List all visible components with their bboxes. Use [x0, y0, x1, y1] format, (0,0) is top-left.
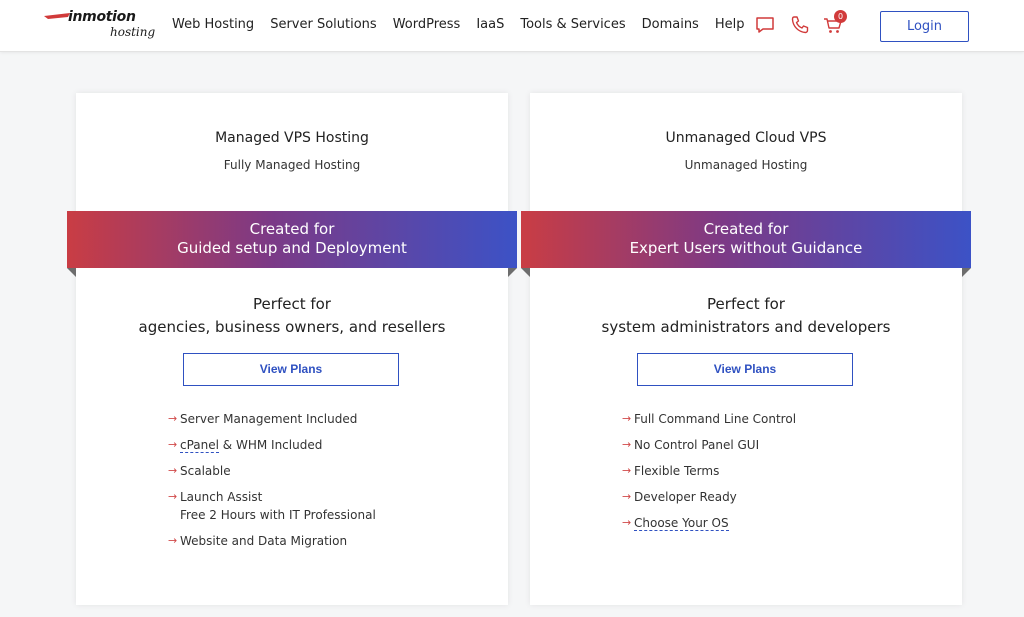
ribbon-fold-right [508, 268, 517, 277]
feature-text-secondary: Free 2 Hours with IT Professional [180, 508, 376, 522]
main-nav: Web Hosting Server Solutions WordPress I… [172, 17, 744, 32]
feature-text: Scalable [180, 464, 231, 478]
nav-wordpress[interactable]: WordPress [393, 17, 461, 32]
card-title: Managed VPS Hosting [215, 130, 369, 146]
ribbon-fold-left [67, 268, 76, 277]
cpanel-tooltip-link[interactable]: cPanel [180, 438, 219, 453]
cart-count-badge: 0 [834, 10, 847, 23]
nav-iaas[interactable]: IaaS [476, 17, 504, 32]
login-button[interactable]: Login [880, 11, 969, 42]
logo-subtitle: hosting [110, 25, 156, 39]
arrow-right-icon: → [622, 438, 632, 451]
arrow-right-icon: → [168, 490, 178, 503]
feature-text: Website and Data Migration [180, 534, 348, 548]
managed-vps-card: Managed VPS Hosting Fully Managed Hostin… [67, 93, 517, 605]
card-subtitle: Fully Managed Hosting [223, 158, 361, 172]
ribbon-line-2: Expert Users without Guidance [629, 239, 863, 257]
arrow-right-icon: → [622, 516, 632, 529]
feature-item: → cPanel & WHM Included [168, 436, 376, 454]
view-plans-button[interactable]: View Plans [183, 353, 399, 386]
arrow-right-icon: → [168, 412, 178, 425]
feature-text: Developer Ready [634, 490, 737, 504]
feature-text: & WHM Included [218, 438, 323, 452]
ribbon-line-1: Created for [249, 220, 335, 238]
ribbon-fold-right [962, 268, 971, 277]
feature-item: → Full Command Line Control [622, 410, 796, 428]
perfect-for-text: Perfect for system administrators and de… [530, 293, 962, 339]
nav-server-solutions[interactable]: Server Solutions [270, 17, 377, 32]
arrow-right-icon: → [622, 412, 632, 425]
perfect-for-line-1: Perfect for [707, 295, 785, 313]
feature-item: → Website and Data Migration [168, 532, 376, 550]
top-navigation-bar: inmotion hosting Web Hosting Server Solu… [0, 0, 1024, 52]
feature-list: → Full Command Line Control → No Control… [622, 410, 796, 540]
feature-item: → Choose Your OS [622, 514, 796, 532]
arrow-right-icon: → [622, 464, 632, 477]
feature-item: → No Control Panel GUI [622, 436, 796, 454]
arrow-right-icon: → [622, 490, 632, 503]
view-plans-button[interactable]: View Plans [637, 353, 853, 386]
perfect-for-text: Perfect for agencies, business owners, a… [76, 293, 508, 339]
feature-text: Full Command Line Control [634, 412, 797, 426]
ribbon-line-2: Guided setup and Deployment [177, 239, 407, 257]
feature-item: → Flexible Terms [622, 462, 796, 480]
nav-web-hosting[interactable]: Web Hosting [172, 17, 254, 32]
card-ribbon: Created for Guided setup and Deployment [67, 211, 517, 268]
card-ribbon: Created for Expert Users without Guidanc… [521, 211, 971, 268]
feature-text: Flexible Terms [634, 464, 720, 478]
ribbon-line-1: Created for [703, 220, 789, 238]
nav-domains[interactable]: Domains [642, 17, 699, 32]
perfect-for-line-2: agencies, business owners, and resellers [138, 318, 446, 336]
card-subtitle: Unmanaged Hosting [684, 158, 808, 172]
perfect-for-line-2: system administrators and developers [601, 318, 891, 336]
chat-icon[interactable] [755, 15, 777, 37]
feature-item: → Server Management Included [168, 410, 376, 428]
inmotion-hosting-logo[interactable]: inmotion hosting [44, 9, 159, 41]
logo-swoosh-icon [44, 13, 70, 19]
unmanaged-cloud-vps-card: Unmanaged Cloud VPS Unmanaged Hosting Cr… [521, 93, 971, 605]
nav-help[interactable]: Help [715, 17, 745, 32]
ribbon-fold-left [521, 268, 530, 277]
perfect-for-line-1: Perfect for [253, 295, 331, 313]
choose-os-tooltip-link[interactable]: Choose Your OS [634, 516, 729, 531]
arrow-right-icon: → [168, 438, 178, 451]
feature-list: → Server Management Included → cPanel & … [168, 410, 376, 558]
feature-text: Server Management Included [180, 412, 358, 426]
feature-item: → Scalable [168, 462, 376, 480]
feature-item: → Developer Ready [622, 488, 796, 506]
feature-text: No Control Panel GUI [634, 438, 760, 452]
feature-text: Launch Assist [180, 490, 263, 504]
arrow-right-icon: → [168, 534, 178, 547]
phone-icon[interactable] [790, 15, 812, 37]
logo-wordmark: inmotion [68, 9, 136, 25]
feature-item: → Launch Assist Free 2 Hours with IT Pro… [168, 488, 376, 524]
arrow-right-icon: → [168, 464, 178, 477]
nav-tools-services[interactable]: Tools & Services [520, 17, 625, 32]
card-title: Unmanaged Cloud VPS [665, 130, 827, 146]
